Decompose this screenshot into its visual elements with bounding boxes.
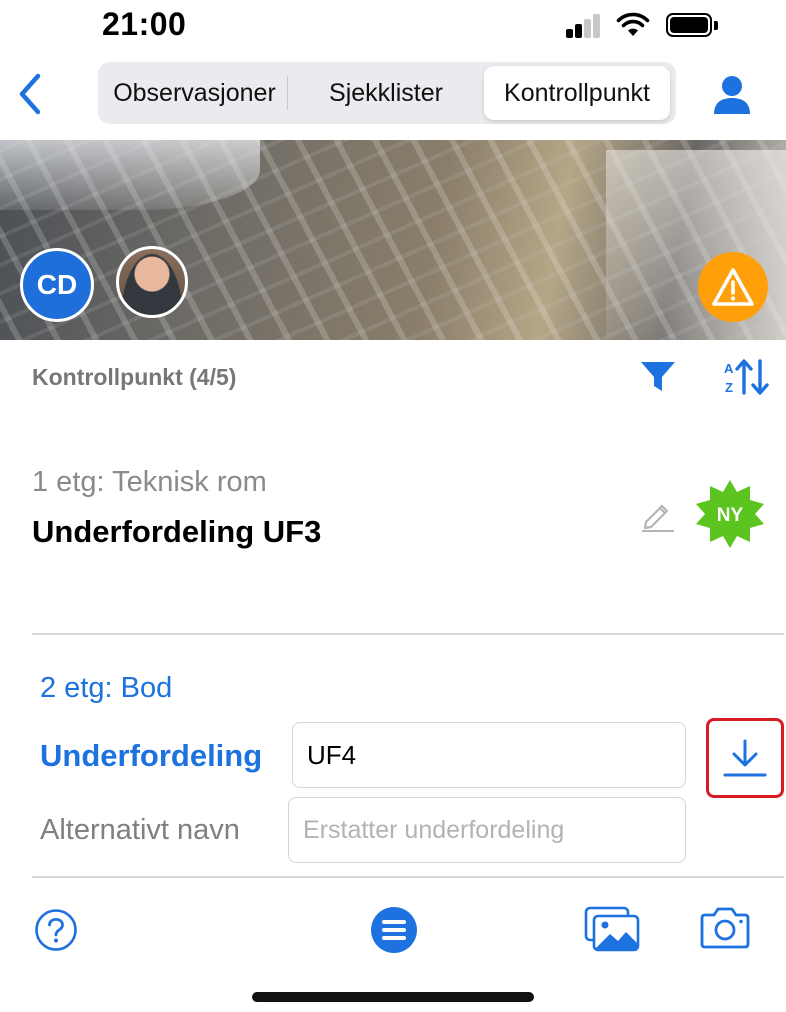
back-chevron-icon[interactable]	[14, 72, 46, 116]
warning-icon	[712, 268, 754, 306]
field-label-alternativt-navn: Alternativt navn	[40, 814, 240, 846]
item-location: 1 etg: Teknisk rom	[32, 466, 267, 498]
status-time: 21:00	[102, 6, 187, 42]
download-icon	[723, 739, 767, 777]
divider	[32, 633, 784, 635]
tab-observasjoner[interactable]: Observasjoner	[102, 76, 288, 110]
tab-kontrollpunkt[interactable]: Kontrollpunkt	[484, 66, 670, 120]
item-name[interactable]: Underfordeling UF3	[32, 514, 321, 550]
camera-icon[interactable]	[698, 906, 752, 950]
home-indicator[interactable]	[252, 992, 534, 1002]
item-location-active[interactable]: 2 etg: Bod	[40, 672, 172, 705]
tab-sjekklister[interactable]: Sjekklister	[288, 66, 484, 120]
gallery-icon[interactable]	[584, 906, 640, 952]
svg-text:A: A	[724, 361, 734, 376]
menu-icon[interactable]	[370, 906, 418, 954]
wifi-icon	[616, 12, 650, 36]
underfordeling-input[interactable]	[292, 722, 686, 788]
person-icon[interactable]	[712, 74, 752, 116]
divider	[32, 876, 784, 878]
signal-icon	[566, 14, 602, 38]
sort-az-icon[interactable]: A Z	[722, 358, 770, 396]
avatar-initials[interactable]: CD	[20, 248, 94, 322]
svg-text:Z: Z	[725, 380, 733, 395]
download-button[interactable]	[706, 718, 784, 798]
battery-icon	[666, 13, 712, 37]
help-icon[interactable]	[34, 908, 78, 952]
new-badge-icon: NY	[696, 480, 764, 548]
pencil-icon[interactable]	[640, 496, 676, 532]
avatar-photo[interactable]	[116, 246, 188, 318]
alternativt-navn-input[interactable]	[288, 797, 686, 863]
header-image: CD	[0, 140, 786, 340]
warning-button[interactable]	[698, 252, 768, 322]
top-navigation: Observasjoner Sjekklister Kontrollpunkt	[0, 58, 786, 132]
status-bar: 21:00	[0, 0, 786, 52]
field-label-underfordeling: Underfordeling	[40, 738, 263, 773]
section-title: Kontrollpunkt (4/5)	[32, 364, 237, 390]
new-badge-label: NY	[717, 505, 744, 526]
filter-icon[interactable]	[640, 360, 676, 394]
segmented-control: Observasjoner Sjekklister Kontrollpunkt	[98, 62, 676, 124]
